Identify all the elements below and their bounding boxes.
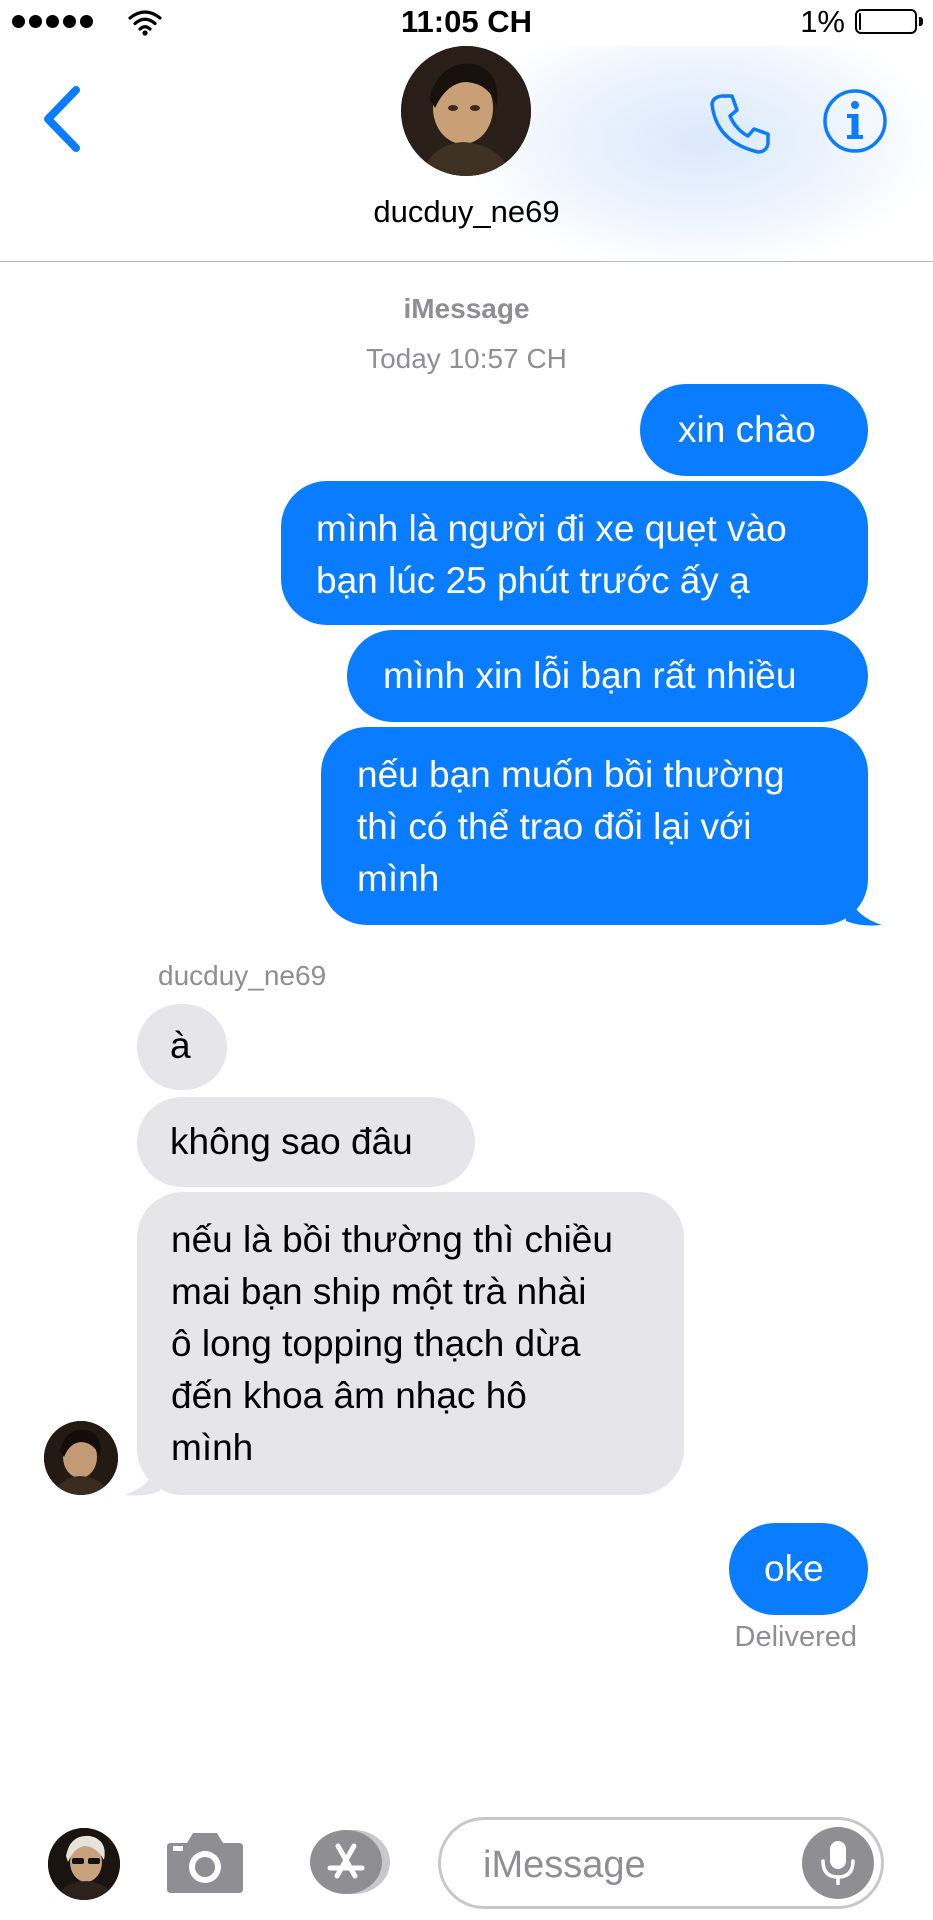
message-text: bạn lúc 25 phút trước ấy ạ (316, 560, 750, 601)
info-button[interactable] (822, 88, 888, 154)
call-button[interactable] (708, 90, 774, 156)
phone-icon (710, 94, 770, 154)
service-label: iMessage (403, 293, 530, 324)
message-text: xin chào (678, 409, 816, 450)
sender-photo (44, 1421, 118, 1495)
contact-photo (401, 46, 531, 176)
outgoing-message-bubble[interactable]: xin chào (640, 384, 868, 476)
microphone-button[interactable] (802, 1827, 874, 1899)
outgoing-message-bubble[interactable]: mình là người đi xe quẹt vào bạn lúc 25 … (281, 481, 868, 625)
message-text: mình (171, 1427, 254, 1468)
app-store-button[interactable] (298, 1826, 394, 1898)
message-input-field[interactable] (438, 1817, 884, 1909)
message-text: nếu là bồi thường thì chiều (171, 1219, 613, 1260)
outgoing-message-bubble[interactable]: mình xin lỗi bạn rất nhiều (347, 630, 868, 722)
back-button[interactable] (38, 80, 88, 158)
battery-percentage: 1% (800, 4, 845, 39)
user-photo (48, 1828, 120, 1900)
conversation-header: ducduy_ne69 (0, 46, 933, 262)
battery-icon (855, 9, 923, 34)
contact-avatar[interactable] (401, 46, 531, 176)
status-time: 11:05 CH (401, 4, 532, 39)
outgoing-message-bubble[interactable]: oke (729, 1523, 868, 1615)
message-text: mình xin lỗi bạn rất nhiều (383, 655, 797, 696)
chevron-left-icon (44, 86, 80, 152)
conversation-timestamp: Today 10:57 CH (366, 343, 567, 374)
camera-button[interactable] (165, 1829, 245, 1895)
message-text: thì có thể trao đổi lại với (357, 806, 752, 847)
camera-icon (167, 1833, 243, 1893)
message-text: nếu bạn muốn bồi thường (357, 754, 785, 795)
outgoing-message-bubble[interactable]: nếu bạn muốn bồi thường thì có thể trao … (321, 727, 868, 925)
incoming-message-bubble[interactable]: không sao đâu (137, 1097, 475, 1187)
message-text: oke (764, 1548, 824, 1589)
microphone-icon (821, 1841, 855, 1885)
incoming-message-bubble[interactable]: nếu là bồi thường thì chiều mai bạn ship… (137, 1192, 684, 1495)
message-text: ô long topping thạch dừa (171, 1323, 581, 1364)
message-text: mình (357, 858, 440, 899)
message-text: đến khoa âm nhạc hô (171, 1375, 527, 1416)
delivery-status: Delivered (734, 1621, 858, 1653)
sender-name: ducduy_ne69 (158, 960, 327, 991)
user-avatar[interactable] (48, 1828, 120, 1900)
outgoing-bubble-tail (846, 885, 882, 926)
message-text: mình là người đi xe quẹt vào (316, 508, 787, 549)
message-input[interactable] (481, 1840, 785, 1890)
input-bar (0, 1795, 933, 1920)
message-text: không sao đâu (170, 1121, 413, 1162)
message-text: mai bạn ship một trà nhài (171, 1271, 587, 1312)
incoming-message-bubble[interactable]: à (137, 1004, 227, 1090)
sender-avatar[interactable] (44, 1421, 118, 1495)
message-text: à (170, 1025, 191, 1066)
app-store-icon (310, 1830, 390, 1894)
info-icon (823, 89, 887, 153)
incoming-bubble-tail (124, 1455, 160, 1496)
contact-name[interactable]: ducduy_ne69 (0, 194, 933, 230)
status-bar: 11:05 CH 1% (0, 0, 933, 46)
